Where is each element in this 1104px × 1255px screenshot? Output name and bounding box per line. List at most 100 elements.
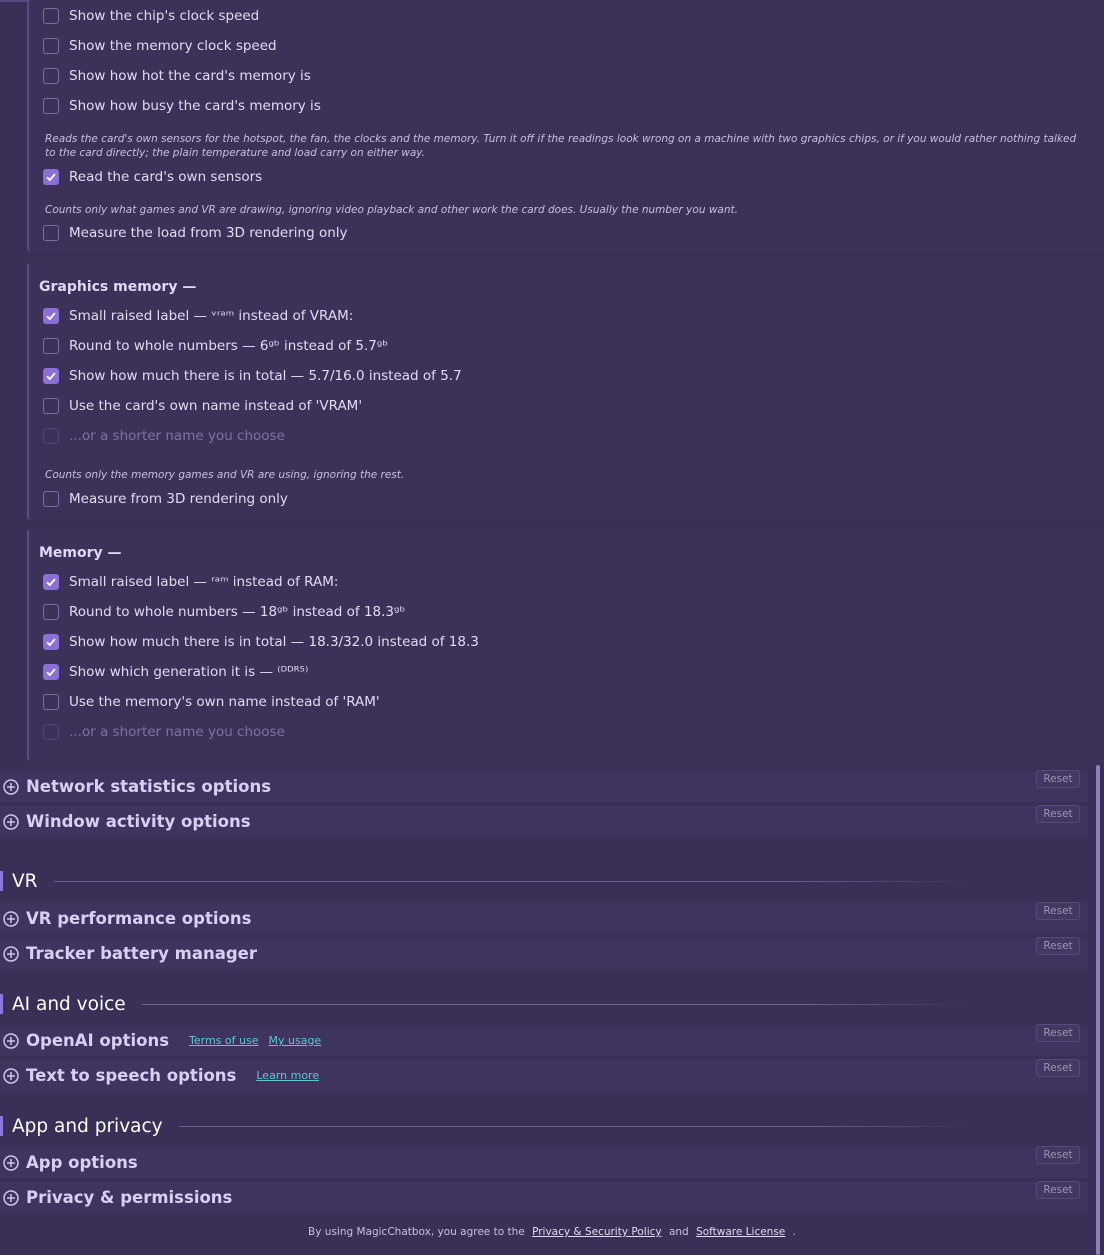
category-accent-bar [0, 871, 3, 891]
checkbox-row[interactable]: Measure from 3D rendering only [43, 489, 288, 509]
circle-plus-icon[interactable] [2, 1067, 20, 1085]
footer-suffix: . [792, 1226, 796, 1238]
checkbox[interactable] [43, 664, 59, 680]
checkbox-row[interactable]: Round to whole numbers — 18ᵍᵇ instead of… [43, 602, 405, 622]
checkbox-label: ...or a shorter name you choose [69, 428, 285, 444]
checkbox-row[interactable]: Read the card's own sensors [43, 167, 262, 187]
gpu-core-group: Show the chip's clock speed Show the mem… [27, 0, 1104, 252]
privacy-policy-link[interactable]: Privacy & Security Policy [532, 1226, 662, 1238]
checkbox[interactable] [43, 634, 59, 650]
section-title: App options [26, 1153, 138, 1172]
circle-plus-icon[interactable] [2, 1032, 20, 1050]
checkbox[interactable] [43, 68, 59, 84]
checkbox[interactable] [43, 338, 59, 354]
checkbox-row[interactable]: Use the card's own name instead of 'VRAM… [43, 396, 362, 416]
checkbox-label: Small raised label — ʳᵃᵐ instead of RAM: [69, 574, 339, 590]
memory-group: Memory — Small raised label — ʳᵃᵐ instea… [27, 529, 1104, 761]
group-title: Memory — [39, 545, 122, 561]
checkbox-label: Round to whole numbers — 6ᵍᵇ instead of … [69, 338, 389, 354]
category-title: AI and voice [12, 993, 126, 1015]
checkbox-row[interactable]: Measure the load from 3D rendering only [43, 223, 348, 243]
checkbox[interactable] [43, 428, 59, 444]
checkbox-row[interactable]: Small raised label — ʳᵃᵐ instead of RAM: [43, 572, 338, 592]
reset-button[interactable]: Reset [1036, 1146, 1080, 1164]
sensors-hint: Reads the card's own sensors for the hot… [45, 133, 1077, 159]
software-license-link[interactable]: Software License [696, 1226, 785, 1238]
reset-button[interactable]: Reset [1036, 937, 1080, 955]
section-title: Privacy & permissions [26, 1188, 233, 1207]
graphics-memory-hint: Counts only the memory games and VR are … [45, 469, 405, 481]
section-tracker-battery[interactable]: Tracker battery manager Reset [0, 937, 1088, 969]
checkbox-label: Small raised label — ᵛʳᵃᵐ instead of VRA… [69, 308, 354, 324]
checkbox-row[interactable]: Use the memory's own name instead of 'RA… [43, 692, 380, 712]
footer: By using MagicChatbox, you agree to the … [0, 1226, 1104, 1238]
circle-plus-icon[interactable] [2, 945, 20, 963]
terms-of-use-link[interactable]: Terms of use [189, 1034, 258, 1047]
reset-button[interactable]: Reset [1036, 770, 1080, 788]
checkbox[interactable] [43, 694, 59, 710]
checkbox[interactable] [43, 724, 59, 740]
checkbox-label: Show how much there is in total — 18.3/3… [69, 634, 479, 650]
circle-plus-icon[interactable] [2, 910, 20, 928]
section-window-activity[interactable]: Window activity options Reset [0, 805, 1088, 837]
checkbox[interactable] [43, 368, 59, 384]
circle-plus-icon[interactable] [2, 778, 20, 796]
circle-plus-icon[interactable] [2, 1189, 20, 1207]
learn-more-link[interactable]: Learn more [256, 1069, 319, 1082]
checkbox[interactable] [43, 604, 59, 620]
checkbox-row[interactable]: ...or a shorter name you choose [43, 722, 285, 742]
load-hint: Counts only what games and VR are drawin… [45, 204, 738, 216]
section-title: Tracker battery manager [26, 944, 257, 963]
checkbox[interactable] [43, 398, 59, 414]
checkbox-row[interactable]: Show the memory clock speed [43, 36, 277, 56]
checkbox-label: Show the chip's clock speed [69, 8, 260, 24]
checkmark-icon [46, 578, 56, 587]
reset-button[interactable]: Reset [1036, 1181, 1080, 1199]
checkmark-icon [46, 638, 56, 647]
scrollbar-thumb[interactable] [1096, 765, 1100, 1255]
circle-plus-icon[interactable] [2, 813, 20, 831]
category-divider [141, 1003, 970, 1005]
section-title: Text to speech options [26, 1066, 237, 1085]
checkbox-label: Measure from 3D rendering only [69, 491, 288, 507]
checkbox[interactable] [43, 38, 59, 54]
checkbox-row[interactable]: Show which generation it is — ⁽ᴰᴰᴿ⁵⁾ [43, 662, 308, 682]
checkbox-label: Read the card's own sensors [69, 169, 263, 185]
reset-button[interactable]: Reset [1036, 1024, 1080, 1042]
checkbox[interactable] [43, 98, 59, 114]
checkbox[interactable] [43, 8, 59, 24]
category-ai-voice: AI and voice [0, 992, 1090, 1016]
checkbox-label: Show how much there is in total — 5.7/16… [69, 368, 462, 384]
checkbox[interactable] [43, 491, 59, 507]
checkbox[interactable] [43, 225, 59, 241]
reset-button[interactable]: Reset [1036, 902, 1080, 920]
checkbox-row[interactable]: Show how hot the card's memory is [43, 66, 311, 86]
checkbox[interactable] [43, 574, 59, 590]
circle-plus-icon[interactable] [2, 1154, 20, 1172]
checkbox-label: ...or a shorter name you choose [69, 724, 285, 740]
checkbox-row[interactable]: ...or a shorter name you choose [43, 426, 285, 446]
checkbox[interactable] [43, 308, 59, 324]
checkbox-row[interactable]: Show how much there is in total — 5.7/16… [43, 366, 462, 386]
section-openai[interactable]: OpenAI options Terms of use My usage Res… [0, 1024, 1088, 1056]
checkbox-label: Show how hot the card's memory is [69, 68, 311, 84]
checkbox-row[interactable]: Small raised label — ᵛʳᵃᵐ instead of VRA… [43, 306, 353, 326]
section-vr-performance[interactable]: VR performance options Reset [0, 902, 1088, 934]
my-usage-link[interactable]: My usage [269, 1034, 322, 1047]
checkbox[interactable] [43, 169, 59, 185]
section-text-to-speech[interactable]: Text to speech options Learn more Reset [0, 1059, 1088, 1091]
checkbox-row[interactable]: Round to whole numbers — 6ᵍᵇ instead of … [43, 336, 388, 356]
checkbox-row[interactable]: Show the chip's clock speed [43, 6, 259, 26]
checkbox-row[interactable]: Show how much there is in total — 18.3/3… [43, 632, 479, 652]
reset-button[interactable]: Reset [1036, 1059, 1080, 1077]
footer-prefix: By using MagicChatbox, you agree to the [308, 1226, 525, 1238]
checkmark-icon [46, 173, 56, 182]
section-title: OpenAI options [26, 1031, 170, 1050]
section-app-options[interactable]: App options Reset [0, 1146, 1088, 1178]
checkbox-row[interactable]: Show how busy the card's memory is [43, 96, 321, 116]
section-network-statistics[interactable]: Network statistics options Reset [0, 770, 1088, 802]
footer-and: and [668, 1226, 689, 1238]
checkmark-icon [46, 312, 56, 321]
reset-button[interactable]: Reset [1036, 805, 1080, 823]
section-privacy-permissions[interactable]: Privacy & permissions Reset [0, 1181, 1088, 1213]
